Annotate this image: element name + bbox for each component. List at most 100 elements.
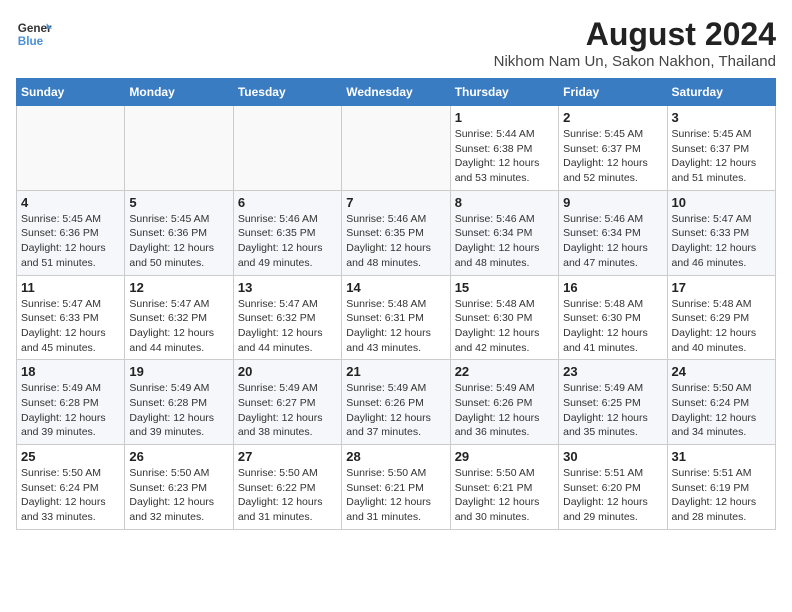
day-number: 16	[563, 280, 662, 295]
calendar-cell: 3Sunrise: 5:45 AM Sunset: 6:37 PM Daylig…	[667, 106, 775, 191]
day-info: Sunrise: 5:50 AM Sunset: 6:21 PM Dayligh…	[455, 466, 554, 525]
calendar-week-4: 18 Sunrise: 5:49 AM Sunset: 6:28 PM Dayli…	[17, 360, 776, 445]
day-info: Sunrise: 5:51 AM Sunset: 6:19 PM Dayligh…	[672, 466, 771, 525]
calendar-cell: 13 Sunrise: 5:47 AM Sunset: 6:32 PM Dayli…	[233, 275, 341, 360]
weekday-saturday: Saturday	[667, 79, 775, 106]
calendar-cell: 21 Sunrise: 5:49 AM Sunset: 6:26 PM Dayli…	[342, 360, 450, 445]
day-number: 14	[346, 280, 445, 295]
day-info: Sunrise: 5:50 AM Sunset: 6:23 PM Dayligh…	[129, 466, 228, 525]
calendar-cell	[233, 106, 341, 191]
day-number: 18	[21, 364, 120, 379]
calendar-week-5: 25 Sunrise: 5:50 AM Sunset: 6:24 PM Dayli…	[17, 445, 776, 530]
day-info: Sunrise: 5:50 AM Sunset: 6:22 PM Dayligh…	[238, 466, 337, 525]
day-info: Sunrise: 5:47 AM Sunset: 6:32 PM Dayligh…	[129, 297, 228, 356]
day-number: 25	[21, 449, 120, 464]
calendar-cell: 28 Sunrise: 5:50 AM Sunset: 6:21 PM Dayli…	[342, 445, 450, 530]
day-info: Sunrise: 5:49 AM Sunset: 6:26 PM Dayligh…	[346, 381, 445, 440]
day-info: Sunrise: 5:49 AM Sunset: 6:25 PM Dayligh…	[563, 381, 662, 440]
calendar-cell: 22 Sunrise: 5:49 AM Sunset: 6:26 PM Dayli…	[450, 360, 558, 445]
calendar-cell: 30 Sunrise: 5:51 AM Sunset: 6:20 PM Dayli…	[559, 445, 667, 530]
day-info: Sunrise: 5:46 AM Sunset: 6:35 PM Dayligh…	[238, 212, 337, 271]
main-title: August 2024	[494, 16, 776, 53]
day-number: 28	[346, 449, 445, 464]
calendar-cell: 14 Sunrise: 5:48 AM Sunset: 6:31 PM Dayli…	[342, 275, 450, 360]
calendar-cell: 11 Sunrise: 5:47 AM Sunset: 6:33 PM Dayli…	[17, 275, 125, 360]
calendar-week-3: 11 Sunrise: 5:47 AM Sunset: 6:33 PM Dayli…	[17, 275, 776, 360]
svg-text:Blue: Blue	[18, 35, 44, 48]
weekday-friday: Friday	[559, 79, 667, 106]
day-info: Sunrise: 5:47 AM Sunset: 6:33 PM Dayligh…	[672, 212, 771, 271]
calendar-cell: 25 Sunrise: 5:50 AM Sunset: 6:24 PM Dayli…	[17, 445, 125, 530]
day-number: 20	[238, 364, 337, 379]
calendar-body: 1 Sunrise: 5:44 AM Sunset: 6:38 PM Daylig…	[17, 106, 776, 530]
day-number: 17	[672, 280, 771, 295]
weekday-monday: Monday	[125, 79, 233, 106]
day-info: Sunrise: 5:50 AM Sunset: 6:21 PM Dayligh…	[346, 466, 445, 525]
day-number: 9	[563, 195, 662, 210]
title-area: August 2024 Nikhom Nam Un, Sakon Nakhon,…	[494, 16, 776, 70]
calendar-cell: 16 Sunrise: 5:48 AM Sunset: 6:30 PM Dayli…	[559, 275, 667, 360]
day-info: Sunrise: 5:49 AM Sunset: 6:28 PM Dayligh…	[21, 381, 120, 440]
day-info: Sunrise: 5:46 AM Sunset: 6:35 PM Dayligh…	[346, 212, 445, 271]
weekday-sunday: Sunday	[17, 79, 125, 106]
day-info: Sunrise: 5:45 AM Sunset: 6:36 PM Dayligh…	[129, 212, 228, 271]
day-number: 12	[129, 280, 228, 295]
weekday-thursday: Thursday	[450, 79, 558, 106]
calendar-cell: 26 Sunrise: 5:50 AM Sunset: 6:23 PM Dayli…	[125, 445, 233, 530]
day-number: 13	[238, 280, 337, 295]
calendar-cell: 18 Sunrise: 5:49 AM Sunset: 6:28 PM Dayli…	[17, 360, 125, 445]
calendar-cell: 10 Sunrise: 5:47 AM Sunset: 6:33 PM Dayli…	[667, 190, 775, 275]
day-info: Sunrise: 5:45 AM Sunset: 6:37 PM Dayligh…	[672, 127, 771, 186]
day-number: 21	[346, 364, 445, 379]
day-number: 11	[21, 280, 120, 295]
day-info: Sunrise: 5:47 AM Sunset: 6:32 PM Dayligh…	[238, 297, 337, 356]
day-info: Sunrise: 5:48 AM Sunset: 6:31 PM Dayligh…	[346, 297, 445, 356]
day-number: 24	[672, 364, 771, 379]
calendar-week-2: 4 Sunrise: 5:45 AM Sunset: 6:36 PM Daylig…	[17, 190, 776, 275]
day-number: 8	[455, 195, 554, 210]
day-info: Sunrise: 5:44 AM Sunset: 6:38 PM Dayligh…	[455, 127, 554, 186]
logo: General Blue	[16, 16, 52, 52]
day-info: Sunrise: 5:51 AM Sunset: 6:20 PM Dayligh…	[563, 466, 662, 525]
day-number: 30	[563, 449, 662, 464]
calendar-cell: 12 Sunrise: 5:47 AM Sunset: 6:32 PM Dayli…	[125, 275, 233, 360]
day-number: 27	[238, 449, 337, 464]
calendar-cell: 5 Sunrise: 5:45 AM Sunset: 6:36 PM Daylig…	[125, 190, 233, 275]
calendar-cell: 19Sunrise: 5:49 AM Sunset: 6:28 PM Dayli…	[125, 360, 233, 445]
day-number: 7	[346, 195, 445, 210]
calendar-cell: 4Sunrise: 5:45 AM Sunset: 6:36 PM Daylig…	[17, 190, 125, 275]
day-number: 31	[672, 449, 771, 464]
calendar-cell: 31 Sunrise: 5:51 AM Sunset: 6:19 PM Dayli…	[667, 445, 775, 530]
calendar-cell: 15Sunrise: 5:48 AM Sunset: 6:30 PM Dayli…	[450, 275, 558, 360]
calendar-cell: 27 Sunrise: 5:50 AM Sunset: 6:22 PM Dayli…	[233, 445, 341, 530]
day-number: 10	[672, 195, 771, 210]
day-number: 5	[129, 195, 228, 210]
day-number: 23	[563, 364, 662, 379]
calendar-table: SundayMondayTuesdayWednesdayThursdayFrid…	[16, 78, 776, 530]
calendar-cell: 17 Sunrise: 5:48 AM Sunset: 6:29 PM Dayli…	[667, 275, 775, 360]
calendar-week-1: 1 Sunrise: 5:44 AM Sunset: 6:38 PM Daylig…	[17, 106, 776, 191]
day-info: Sunrise: 5:49 AM Sunset: 6:26 PM Dayligh…	[455, 381, 554, 440]
day-info: Sunrise: 5:48 AM Sunset: 6:29 PM Dayligh…	[672, 297, 771, 356]
calendar-cell: 8 Sunrise: 5:46 AM Sunset: 6:34 PM Daylig…	[450, 190, 558, 275]
day-info: Sunrise: 5:47 AM Sunset: 6:33 PM Dayligh…	[21, 297, 120, 356]
subtitle: Nikhom Nam Un, Sakon Nakhon, Thailand	[494, 53, 776, 70]
day-number: 26	[129, 449, 228, 464]
day-number: 6	[238, 195, 337, 210]
day-number: 29	[455, 449, 554, 464]
day-info: Sunrise: 5:50 AM Sunset: 6:24 PM Dayligh…	[21, 466, 120, 525]
day-info: Sunrise: 5:46 AM Sunset: 6:34 PM Dayligh…	[563, 212, 662, 271]
day-number: 22	[455, 364, 554, 379]
calendar-cell: 23 Sunrise: 5:49 AM Sunset: 6:25 PM Dayli…	[559, 360, 667, 445]
calendar-cell: 9 Sunrise: 5:46 AM Sunset: 6:34 PM Daylig…	[559, 190, 667, 275]
day-number: 1	[455, 110, 554, 125]
calendar-cell: 6 Sunrise: 5:46 AM Sunset: 6:35 PM Daylig…	[233, 190, 341, 275]
day-info: Sunrise: 5:49 AM Sunset: 6:27 PM Dayligh…	[238, 381, 337, 440]
day-info: Sunrise: 5:46 AM Sunset: 6:34 PM Dayligh…	[455, 212, 554, 271]
day-number: 4	[21, 195, 120, 210]
calendar-cell: 7 Sunrise: 5:46 AM Sunset: 6:35 PM Daylig…	[342, 190, 450, 275]
calendar-cell	[342, 106, 450, 191]
day-info: Sunrise: 5:48 AM Sunset: 6:30 PM Dayligh…	[563, 297, 662, 356]
day-info: Sunrise: 5:49 AM Sunset: 6:28 PM Dayligh…	[129, 381, 228, 440]
calendar-cell: 2Sunrise: 5:45 AM Sunset: 6:37 PM Daylig…	[559, 106, 667, 191]
